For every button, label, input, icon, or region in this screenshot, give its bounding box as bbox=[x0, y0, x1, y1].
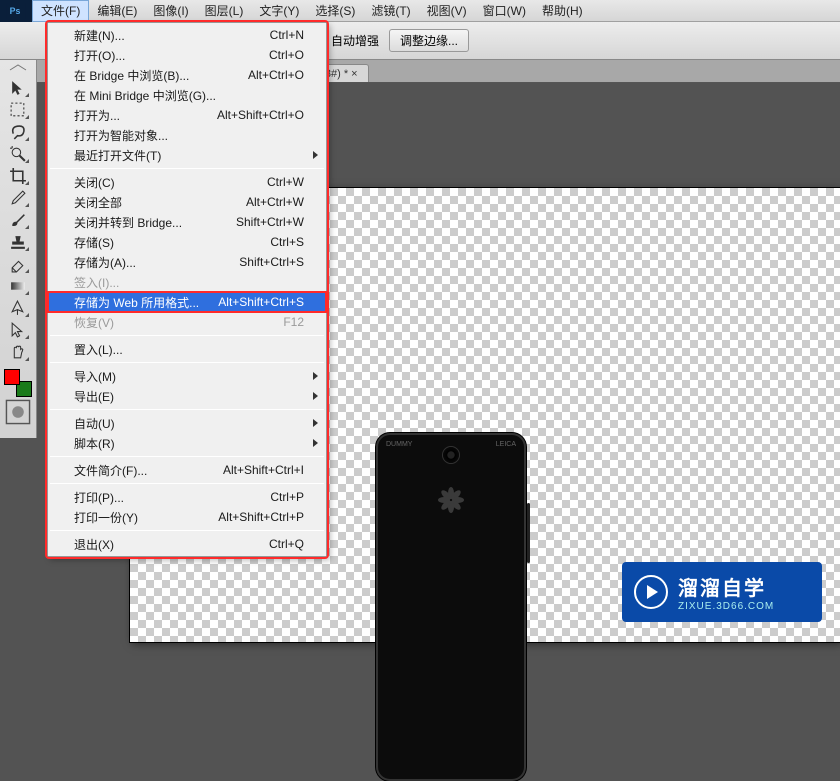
menu-图层l[interactable]: 图层(L) bbox=[197, 0, 252, 22]
eyedropper-tool[interactable] bbox=[5, 187, 31, 209]
phone-mockup: DUMMY LEICA bbox=[376, 433, 526, 781]
menu-图像i[interactable]: 图像(I) bbox=[145, 0, 196, 22]
eraser-tool[interactable] bbox=[5, 253, 31, 275]
menu-item-置入l[interactable]: 置入(L)... bbox=[48, 339, 326, 359]
menu-item-恢复v: 恢复(V)F12 bbox=[48, 312, 326, 332]
menu-item-存储为a[interactable]: 存储为(A)...Shift+Ctrl+S bbox=[48, 252, 326, 272]
menu-separator bbox=[50, 483, 324, 484]
menu-item-自动u[interactable]: 自动(U) bbox=[48, 413, 326, 433]
menu-separator bbox=[50, 456, 324, 457]
move-tool[interactable] bbox=[5, 77, 31, 99]
stamp-tool[interactable] bbox=[5, 231, 31, 253]
menu-窗口w[interactable]: 窗口(W) bbox=[475, 0, 534, 22]
menu-separator bbox=[50, 530, 324, 531]
crop-tool[interactable] bbox=[5, 165, 31, 187]
color-swatches[interactable] bbox=[3, 368, 33, 398]
menu-item-存储为web所用格式[interactable]: 存储为 Web 所用格式...Alt+Shift+Ctrl+S bbox=[48, 292, 326, 312]
menu-item-关闭全部[interactable]: 关闭全部Alt+Ctrl+W bbox=[48, 192, 326, 212]
menu-编辑e[interactable]: 编辑(E) bbox=[89, 0, 145, 22]
menu-item-关闭并转到bridge[interactable]: 关闭并转到 Bridge...Shift+Ctrl+W bbox=[48, 212, 326, 232]
menu-item-导出e[interactable]: 导出(E) bbox=[48, 386, 326, 406]
svg-text:Ps: Ps bbox=[10, 6, 21, 16]
phone-label-left: DUMMY bbox=[386, 441, 412, 448]
toolbox-grip[interactable] bbox=[2, 64, 35, 74]
menu-选择s[interactable]: 选择(S) bbox=[307, 0, 363, 22]
menu-item-打开为[interactable]: 打开为...Alt+Shift+Ctrl+O bbox=[48, 105, 326, 125]
menu-item-新建n[interactable]: 新建(N)...Ctrl+N bbox=[48, 25, 326, 45]
gradient-tool[interactable] bbox=[5, 275, 31, 297]
menu-item-文件简介f[interactable]: 文件简介(F)...Alt+Shift+Ctrl+I bbox=[48, 460, 326, 480]
watermark-title: 溜溜自学 bbox=[678, 572, 774, 601]
lasso-tool[interactable] bbox=[5, 121, 31, 143]
menu-separator bbox=[50, 362, 324, 363]
menu-separator bbox=[50, 409, 324, 410]
menu-item-退出x[interactable]: 退出(X)Ctrl+Q bbox=[48, 534, 326, 554]
menu-item-导入m[interactable]: 导入(M) bbox=[48, 366, 326, 386]
menu-item-打印p[interactable]: 打印(P)...Ctrl+P bbox=[48, 487, 326, 507]
menu-item-存储s[interactable]: 存储(S)Ctrl+S bbox=[48, 232, 326, 252]
menu-文字y[interactable]: 文字(Y) bbox=[251, 0, 307, 22]
phone-label-right: LEICA bbox=[496, 441, 516, 448]
menu-滤镜t[interactable]: 滤镜(T) bbox=[363, 0, 418, 22]
watermark-badge: 溜溜自学 ZIXUE.3D66.COM bbox=[622, 562, 822, 622]
phone-camera bbox=[443, 447, 459, 463]
menu-item-打开为智能对象[interactable]: 打开为智能对象... bbox=[48, 125, 326, 145]
watermark-url: ZIXUE.3D66.COM bbox=[678, 601, 774, 612]
huawei-logo-icon bbox=[436, 485, 466, 515]
marquee-tool[interactable] bbox=[5, 99, 31, 121]
quick-select-tool[interactable] bbox=[5, 143, 31, 165]
direct-select-tool[interactable] bbox=[5, 319, 31, 341]
brush-tool[interactable] bbox=[5, 209, 31, 231]
pen-tool[interactable] bbox=[5, 297, 31, 319]
menu-separator bbox=[50, 335, 324, 336]
quick-mask-toggle[interactable] bbox=[5, 401, 31, 423]
menubar: Ps 文件(F)编辑(E)图像(I)图层(L)文字(Y)选择(S)滤镜(T)视图… bbox=[0, 0, 840, 22]
menu-帮助h[interactable]: 帮助(H) bbox=[534, 0, 591, 22]
menu-item-关闭c[interactable]: 关闭(C)Ctrl+W bbox=[48, 172, 326, 192]
file-menu-dropdown: 新建(N)...Ctrl+N打开(O)...Ctrl+O在 Bridge 中浏览… bbox=[47, 22, 327, 557]
tool-panel bbox=[0, 60, 37, 438]
hand-tool[interactable] bbox=[5, 341, 31, 363]
menu-item-脚本r[interactable]: 脚本(R) bbox=[48, 433, 326, 453]
app-logo: Ps bbox=[0, 0, 32, 22]
menu-item-打印一份y[interactable]: 打印一份(Y)Alt+Shift+Ctrl+P bbox=[48, 507, 326, 527]
menu-item-签入i: 签入(I)... bbox=[48, 272, 326, 292]
play-icon bbox=[634, 575, 668, 609]
menu-item-最近打开文件t[interactable]: 最近打开文件(T) bbox=[48, 145, 326, 165]
menu-item-打开o[interactable]: 打开(O)...Ctrl+O bbox=[48, 45, 326, 65]
menu-item-在bridge中浏览b[interactable]: 在 Bridge 中浏览(B)...Alt+Ctrl+O bbox=[48, 65, 326, 85]
menu-separator bbox=[50, 168, 324, 169]
refine-edge-button[interactable]: 调整边缘... bbox=[389, 29, 469, 52]
menu-视图v[interactable]: 视图(V) bbox=[419, 0, 475, 22]
menu-文件f[interactable]: 文件(F) bbox=[32, 0, 89, 22]
menu-item-在minibridge中浏览g[interactable]: 在 Mini Bridge 中浏览(G)... bbox=[48, 85, 326, 105]
foreground-color-swatch[interactable] bbox=[4, 369, 20, 385]
